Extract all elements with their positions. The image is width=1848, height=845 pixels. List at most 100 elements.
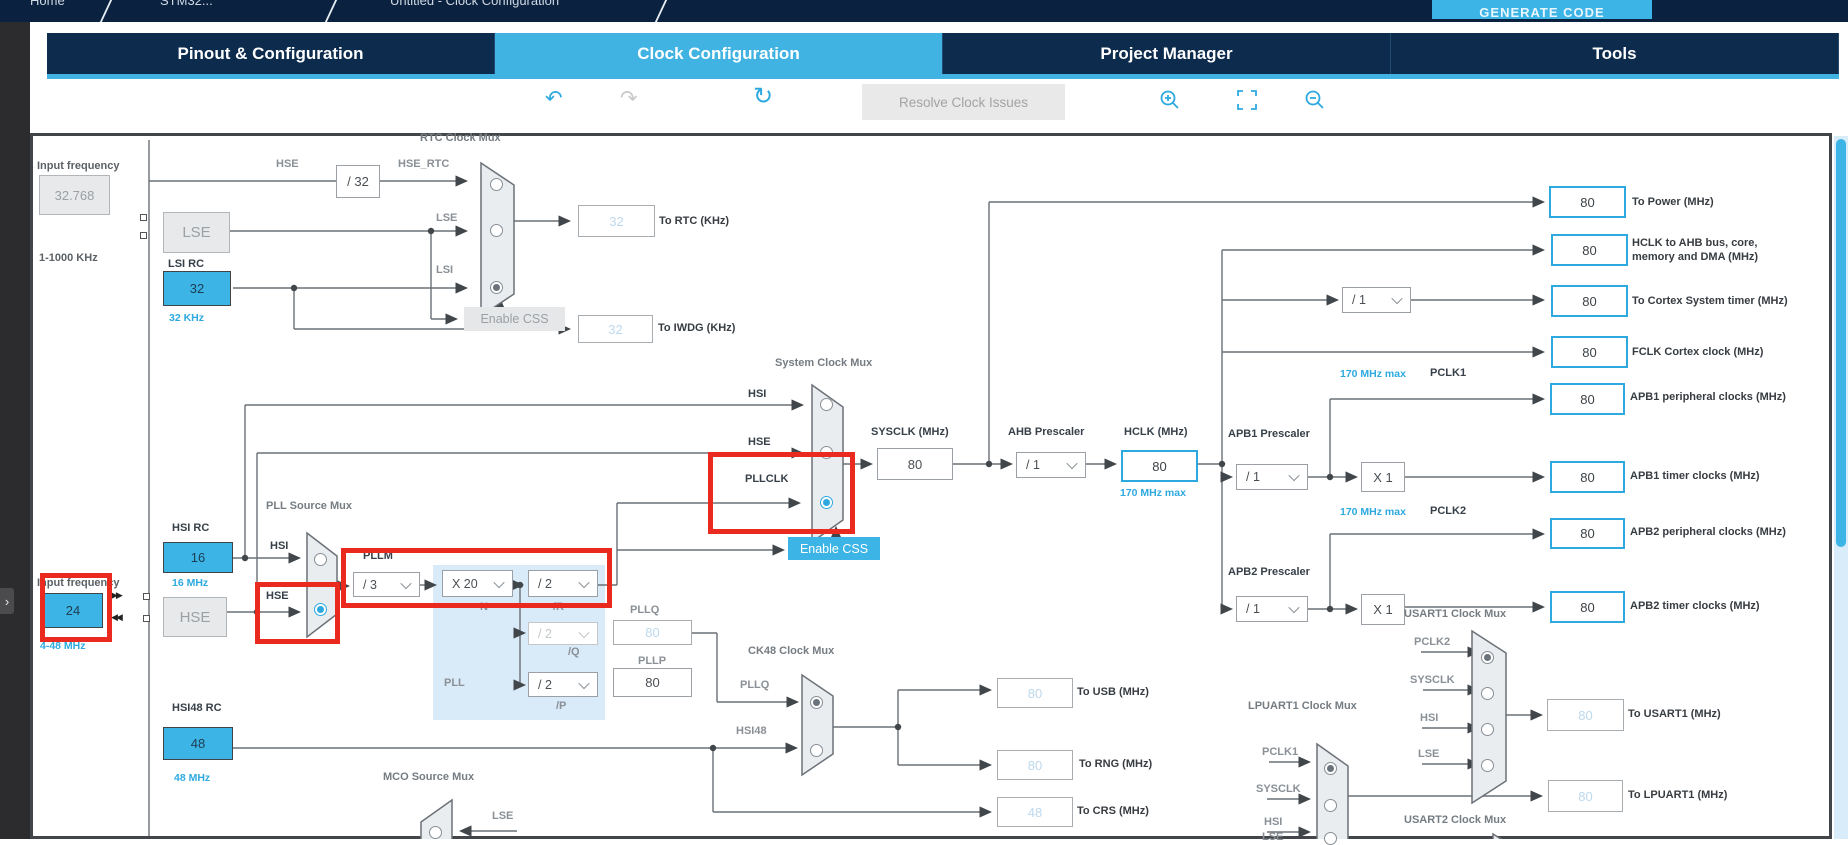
plln-dropdown[interactable]: X 20 [442, 570, 513, 597]
usart1-radio-lse[interactable] [1481, 759, 1494, 772]
plln-sub-label: N [480, 601, 488, 613]
tab-clock-configuration[interactable]: Clock Configuration [495, 33, 943, 74]
breadcrumb-project[interactable]: STM32... [160, 0, 213, 8]
breadcrumb-page[interactable]: Untitled - Clock Configuration [390, 0, 559, 8]
breadcrumb-separator [324, 0, 338, 22]
to-power-label: To Power (MHz) [1632, 196, 1714, 208]
lpuart1-radio-sysclk[interactable] [1324, 799, 1337, 812]
apb2-timer-mult-box[interactable]: X 1 [1361, 594, 1405, 625]
apb1-prescaler-dropdown[interactable]: / 1 [1236, 464, 1308, 490]
rtc-mux-radio-lsi[interactable] [490, 281, 503, 294]
usart1-pclk2-label: PCLK2 [1414, 636, 1451, 648]
to-usb-value-box[interactable]: 80 [997, 678, 1073, 708]
ck48-pllq-label: PLLQ [740, 679, 770, 691]
tab-pinout-configuration[interactable]: Pinout & Configuration [47, 33, 495, 74]
lpuart1-radio-pclk1[interactable] [1324, 762, 1337, 775]
system-clock-mux-title: System Clock Mux [775, 357, 873, 369]
pllq-value-box[interactable]: 80 [613, 620, 692, 645]
to-power-value-box[interactable]: 80 [1549, 186, 1626, 218]
apb1-peripheral-label: APB1 peripheral clocks (MHz) [1630, 391, 1786, 403]
to-rtc-value-box[interactable]: 32 [578, 205, 655, 237]
breadcrumb-home[interactable]: Home [30, 0, 65, 8]
ck48-radio-pllq[interactable] [810, 696, 823, 709]
sysmux-radio-hsi[interactable] [820, 398, 833, 411]
tabs-underline [47, 74, 1839, 79]
hse-input-frequency-field[interactable]: 24 [43, 593, 103, 628]
breadcrumb-separator [654, 0, 668, 22]
hclk-value-box[interactable]: 80 [1121, 450, 1198, 482]
usart1-radio-pclk2[interactable] [1481, 651, 1494, 664]
lsi-rc-box[interactable]: 32 [163, 271, 231, 306]
usart1-radio-sysclk[interactable] [1481, 687, 1494, 700]
bidir-arrow-icon: ◀◀ [111, 612, 123, 622]
hclk-ahb-label-line1: HCLK to AHB bus, core, [1632, 237, 1758, 249]
sysmux-enable-css-button[interactable]: Enable CSS [788, 537, 880, 560]
tab-project-manager[interactable]: Project Manager [943, 33, 1391, 74]
pll-label: PLL [444, 677, 465, 689]
pllp-dropdown[interactable]: / 2 [528, 672, 598, 697]
to-crs-value-box[interactable]: 48 [997, 797, 1073, 827]
lse-port[interactable] [140, 214, 147, 221]
rtc-mux-radio-lse[interactable] [490, 224, 503, 237]
hclk-ahb-value-box[interactable]: 80 [1551, 234, 1628, 266]
rtc-mux-radio-hse[interactable] [490, 178, 503, 191]
usart1-radio-hsi[interactable] [1481, 723, 1494, 736]
to-lpuart1-label: To LPUART1 (MHz) [1628, 789, 1728, 801]
lse-port[interactable] [140, 232, 147, 239]
pllp-value-box[interactable]: 80 [613, 668, 692, 697]
hse-range-label: 4-48 MHz [40, 640, 86, 652]
cortex-prescaler-dropdown[interactable]: / 1 [1342, 287, 1411, 313]
pllsrc-radio-hse[interactable] [314, 603, 327, 616]
hse-port[interactable] [143, 615, 150, 622]
fclk-value-box[interactable]: 80 [1551, 336, 1628, 368]
lse-input-frequency-field[interactable]: 32.768 [39, 175, 110, 215]
tab-tools[interactable]: Tools [1391, 33, 1839, 74]
chevron-down-icon [578, 626, 590, 638]
apb2-prescaler-dropdown[interactable]: / 1 [1236, 596, 1308, 622]
pllq-sub-label: /Q [568, 646, 580, 658]
apb1-timer-mult-box[interactable]: X 1 [1361, 462, 1405, 492]
apb2-peripheral-value-box[interactable]: 80 [1550, 518, 1625, 549]
sysmux-hse-label: HSE [748, 436, 771, 448]
vertical-scrollbar-thumb[interactable] [1836, 139, 1846, 547]
chevron-down-icon [1288, 469, 1300, 482]
expand-panel-chevron-icon[interactable]: › [0, 588, 14, 614]
sysmux-pllclk-label: PLLCLK [745, 473, 789, 485]
sysmux-radio-hse[interactable] [820, 446, 833, 459]
apb1-timer-value-box[interactable]: 80 [1550, 461, 1625, 493]
rtc-enable-css-button[interactable]: Enable CSS [464, 307, 565, 331]
ck48-radio-hsi48[interactable] [810, 744, 823, 757]
sysclk-value-box[interactable]: 80 [877, 448, 953, 480]
to-iwdg-value-box[interactable]: 32 [578, 315, 653, 343]
generate-code-button[interactable]: GENERATE CODE [1432, 0, 1652, 19]
to-lpuart1-value-box[interactable]: 80 [1548, 780, 1623, 812]
hsi48-rc-box[interactable]: 48 [163, 727, 233, 760]
apb2-prescaler-label: APB2 Prescaler [1228, 566, 1310, 578]
lse-range-label: 1-1000 KHz [39, 252, 98, 264]
pllm-dropdown[interactable]: / 3 [353, 572, 420, 597]
pllsrc-hsi-label: HSI [270, 540, 289, 552]
lpuart1-sysclk-label: SYSCLK [1256, 783, 1301, 795]
hse-port[interactable] [143, 593, 150, 600]
sysmux-radio-pllclk[interactable] [820, 496, 833, 509]
main-tabs: Pinout & Configuration Clock Configurati… [47, 33, 1839, 74]
pllsrc-hse-label: HSE [266, 590, 289, 602]
lsi-wire-label: LSI [436, 264, 454, 276]
apb1-peripheral-value-box[interactable]: 80 [1550, 383, 1625, 415]
hsi-rc-box[interactable]: 16 [163, 542, 233, 573]
hse-rtc-wire-label: HSE_RTC [398, 158, 450, 170]
to-rng-value-box[interactable]: 80 [997, 750, 1073, 780]
rtc-hse-div32-box[interactable]: / 32 [336, 165, 380, 198]
cortex-timer-value-box[interactable]: 80 [1551, 285, 1628, 317]
lse-source-box[interactable]: LSE [163, 212, 230, 253]
apb2-timer-value-box[interactable]: 80 [1550, 591, 1625, 623]
hse-source-box[interactable]: HSE [163, 597, 227, 637]
hclk-label: HCLK (MHz) [1124, 426, 1188, 438]
to-usart1-value-box[interactable]: 80 [1547, 699, 1624, 731]
pllr-dropdown[interactable]: / 2 [528, 570, 598, 597]
pllq-dropdown[interactable]: / 2 [528, 622, 598, 645]
ahb-prescaler-dropdown[interactable]: / 1 [1016, 452, 1086, 478]
mco-radio-lse[interactable] [429, 826, 442, 839]
pllsrc-radio-hsi[interactable] [314, 553, 327, 566]
to-rng-label: To RNG (MHz) [1079, 758, 1153, 770]
